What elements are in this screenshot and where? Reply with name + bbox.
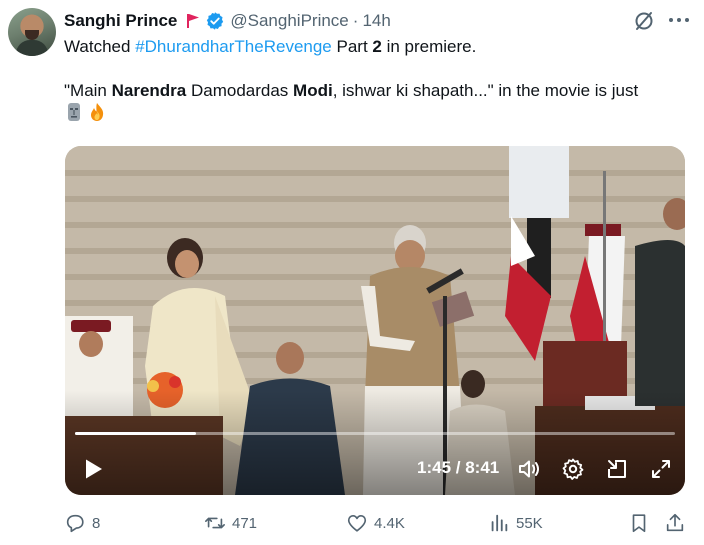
bookmark-button[interactable]	[628, 511, 656, 535]
text-bold: Modi	[293, 81, 333, 100]
text-segment: , ishwar ki shapath..." in the movie is …	[332, 81, 639, 100]
video-time: 1:45 / 8:41	[417, 458, 499, 478]
flag-icon	[185, 13, 201, 29]
like-count: 4.4K	[374, 514, 405, 532]
text-segment: Damodardas	[186, 81, 294, 100]
tweet-line-1: Watched #DhurandharTheRevenge Part 2 in …	[64, 36, 694, 58]
hashtag-link[interactable]: #DhurandharTheRevenge	[135, 37, 332, 56]
tweet-line-2: "Main Narendra Damodardas Modi, ishwar k…	[64, 80, 694, 102]
text-bold: Narendra	[111, 81, 187, 100]
like-icon	[347, 515, 367, 532]
separator-dot: ·	[352, 11, 359, 30]
repost-count: 471	[232, 514, 258, 532]
repost-button[interactable]: 471	[204, 511, 257, 535]
moai-icon	[64, 102, 84, 122]
tweet-text: Watched #DhurandharTheRevenge Part 2 in …	[64, 36, 694, 124]
current-time: 1:45	[417, 458, 452, 477]
action-bar: 8 471 4.4K 55K	[64, 511, 694, 535]
text-segment: Watched	[64, 37, 136, 56]
time-separator: /	[451, 458, 466, 477]
duration: 8:41	[465, 458, 500, 477]
reply-button[interactable]: 8	[64, 511, 100, 535]
share-icon	[666, 513, 684, 532]
bookmark-icon	[632, 514, 646, 533]
repost-icon	[205, 517, 225, 529]
reply-icon	[66, 514, 84, 533]
video-progress-bar[interactable]	[75, 432, 675, 435]
views-button[interactable]: 55K	[488, 511, 543, 535]
fire-icon	[87, 102, 107, 122]
more-icon[interactable]	[664, 8, 694, 32]
text-segment: Part	[331, 37, 373, 56]
view-count: 55K	[516, 514, 543, 532]
grok-icon[interactable]	[632, 9, 656, 33]
video-progress-fill	[75, 432, 196, 435]
verified-icon[interactable]	[205, 11, 225, 31]
text-segment: in premiere.	[381, 37, 477, 56]
text-bold: 2	[372, 37, 382, 56]
pip-icon[interactable]	[605, 457, 629, 481]
author-handle[interactable]: @SanghiPrince	[230, 11, 348, 31]
video-player[interactable]: 1:45 / 8:41	[65, 146, 685, 495]
tweet-line-3	[64, 102, 694, 124]
reply-count: 8	[92, 514, 101, 532]
tweet-header: Sanghi Prince @SanghiPrince · 14h	[64, 10, 391, 32]
volume-icon[interactable]	[517, 457, 541, 481]
views-icon	[491, 514, 508, 532]
text-segment: "Main	[64, 81, 112, 100]
share-button[interactable]	[664, 511, 692, 535]
avatar[interactable]	[8, 8, 56, 56]
video-controls: 1:45 / 8:41	[65, 146, 685, 495]
tweet-time[interactable]: 14h	[362, 11, 390, 31]
like-button[interactable]: 4.4K	[346, 511, 405, 535]
play-icon[interactable]	[81, 457, 105, 481]
author-name[interactable]: Sanghi Prince	[64, 11, 177, 31]
fullscreen-icon[interactable]	[649, 457, 673, 481]
settings-icon[interactable]	[561, 457, 585, 481]
